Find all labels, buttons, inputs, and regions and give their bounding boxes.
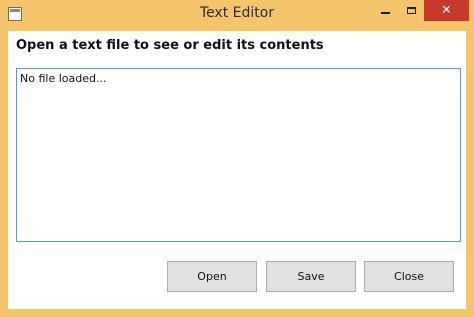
title-bar[interactable]: Text Editor ✕ xyxy=(0,0,474,30)
minimize-icon xyxy=(380,11,390,14)
client-area: Open a text file to see or edit its cont… xyxy=(8,31,466,309)
save-button[interactable]: Save xyxy=(266,261,356,292)
app-window: Text Editor ✕ Open a text file to see or… xyxy=(0,0,474,317)
app-icon[interactable] xyxy=(8,7,22,21)
page-title: Open a text file to see or edit its cont… xyxy=(16,38,324,53)
window-title: Text Editor xyxy=(199,5,275,21)
minimize-button[interactable] xyxy=(372,0,398,21)
close-icon: ✕ xyxy=(441,3,452,18)
text-editor-area[interactable]: No file loaded... xyxy=(16,68,461,242)
close-window-button[interactable]: ✕ xyxy=(424,0,469,21)
maximize-button[interactable] xyxy=(398,0,424,21)
maximize-icon xyxy=(406,7,416,14)
close-button[interactable]: Close xyxy=(364,261,454,292)
open-button[interactable]: Open xyxy=(167,261,257,292)
